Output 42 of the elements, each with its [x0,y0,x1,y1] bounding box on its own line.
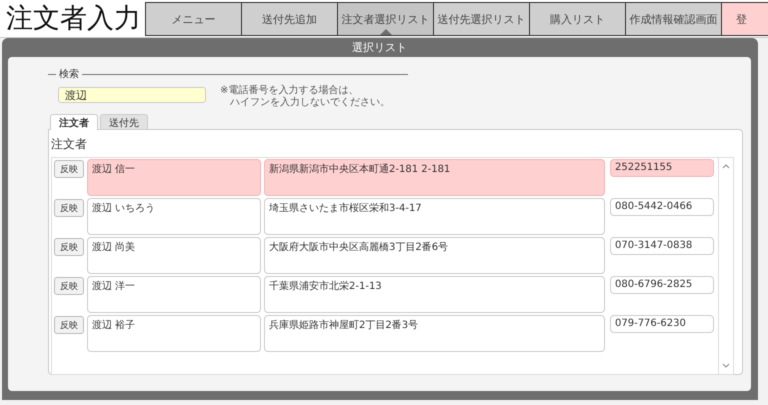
nav-button[interactable]: 送付先選択リスト [434,3,530,35]
hint-text: ※電話番号を入力する場合は、 ハイフンを入力しないでください。 [220,85,390,109]
phone-field: 080-6796-2825 [610,276,714,294]
section-title: 注文者 [51,136,87,153]
name-field: 渡辺 洋一 [87,276,261,313]
page-title: 注文者入力 [5,2,142,36]
nav-button[interactable]: 登 [722,3,768,35]
tab[interactable]: 注文者 [50,114,98,130]
address-field: 千葉県浦安市北栄2-1-13 [264,276,605,313]
name-field: 渡辺 いちろう [87,198,261,235]
result-row[interactable]: 反映 渡辺 裕子 兵庫県姫路市神屋町2丁目2番3号 079-776-6230 [54,315,716,354]
address-field: 大阪府大阪市中央区高麗橋3丁目2番6号 [264,237,605,274]
apply-button[interactable]: 反映 [54,316,84,334]
search-legend: 検索 [59,67,79,81]
apply-button[interactable]: 反映 [54,238,84,256]
apply-button[interactable]: 反映 [54,277,84,295]
address-field: 新潟県新潟市中央区本町通2-181 2-181 [264,159,605,196]
scroll-down-icon[interactable] [722,363,730,368]
address-field: 兵庫県姫路市神屋町2丁目2番3号 [264,315,605,352]
result-row[interactable]: 反映 渡辺 いちろう 埼玉県さいたま市桜区栄和3-4-17 080-5442-0466 [54,198,716,237]
nav-button[interactable]: 作成情報確認画面 [626,3,722,35]
result-row[interactable]: 反映 渡辺 尚美 大阪府大阪市中央区高麗橋3丁目2番6号 070-3147-0838 [54,237,716,276]
dialog-title: 選択リスト [351,40,408,56]
search-field[interactable]: 渡辺 [58,87,206,103]
phone-field: 080-5442-0466 [610,198,714,216]
result-row[interactable]: 反映 渡辺 信一 新潟県新潟市中央区本町通2-181 2-181 252251155 [54,159,716,198]
name-field: 渡辺 尚美 [87,237,261,274]
name-field: 渡辺 裕子 [87,315,261,352]
phone-field: 070-3147-0838 [610,237,714,255]
tab[interactable]: 送付先 [100,114,148,129]
apply-button[interactable]: 反映 [54,160,84,178]
apply-button[interactable]: 反映 [54,199,84,217]
nav-button[interactable]: 購入リスト [530,3,626,35]
phone-field: 079-776-6230 [610,315,714,333]
result-row[interactable]: 反映 渡辺 洋一 千葉県浦安市北栄2-1-13 080-6796-2825 [54,276,716,315]
nav-button[interactable]: 送付先追加 [242,3,338,35]
address-field: 埼玉県さいたま市桜区栄和3-4-17 [264,198,605,235]
scroll-up-icon[interactable] [722,164,730,169]
name-field: 渡辺 信一 [87,159,261,196]
nav-button[interactable]: 注文者選択リスト [338,3,434,35]
phone-field: 252251155 [610,159,714,177]
nav-button[interactable]: メニュー [146,3,242,35]
